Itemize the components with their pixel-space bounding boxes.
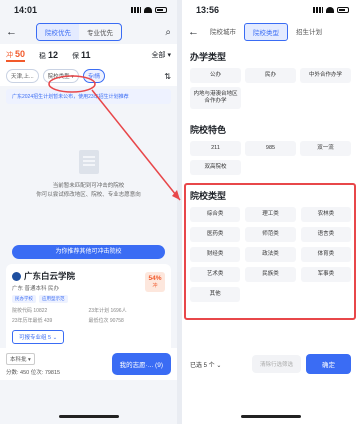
wifi-icon xyxy=(326,7,334,13)
section-title-ownership: 办学类型 xyxy=(190,52,227,62)
back-icon[interactable]: ← xyxy=(6,20,20,44)
empty-line-1: 当前暂未匹配到可冲击的院校 xyxy=(52,183,125,189)
option-chip[interactable]: 985 xyxy=(245,141,296,156)
confirm-button[interactable]: 确定 xyxy=(306,354,351,374)
tab-school-first[interactable]: 院校优先 xyxy=(37,24,79,40)
school-type-dropdown[interactable]: 院校类型 ▾ xyxy=(42,69,79,83)
stat-min-rank: 最低位次 90758 xyxy=(88,318,124,324)
option-chip[interactable]: 双高院校 xyxy=(190,160,241,175)
filter-all[interactable]: 全部 ▾ xyxy=(152,50,171,60)
clear-button[interactable]: 清除行选筛选 xyxy=(251,355,301,373)
home-indicator xyxy=(240,415,301,418)
school-badge: 应用型示范 xyxy=(39,295,68,303)
option-chip[interactable]: 内地与港澳台地区合作办学 xyxy=(190,87,241,109)
tab-school-city[interactable]: 院校城市 xyxy=(202,23,244,41)
left-screen: 14:01 ← 院校优先 专业优先 ⌕ 冲 50 稳 12 保 11 全部 ▾ 天津,… xyxy=(0,0,177,424)
option-chip[interactable]: 双一流 xyxy=(300,141,351,156)
notice-banner: 广东2024招生计划暂未公布，使用23年招生计划推荐 xyxy=(6,89,171,104)
battery-icon xyxy=(337,7,349,13)
my-volunteer-button[interactable]: 我的志愿·... (9) xyxy=(111,353,171,375)
option-chip[interactable]: 211 xyxy=(190,141,241,156)
section-title-features: 院校特色 xyxy=(190,125,227,135)
filter-wen[interactable]: 稳 12 xyxy=(39,50,58,61)
selected-count[interactable]: 已选 5 个 ⌄ xyxy=(190,360,221,369)
school-logo-icon xyxy=(12,271,21,281)
tab-enrollment-plan[interactable]: 招生计划 xyxy=(288,23,330,41)
filter-bao[interactable]: 保 11 xyxy=(72,50,91,61)
level-filter-bar: 冲 50 稳 12 保 11 全部 ▾ xyxy=(0,44,177,66)
major-group-button[interactable]: 可报专业组 5 ⌄ xyxy=(12,330,65,344)
school-badge: 民办学校 xyxy=(12,295,36,303)
stat-plan: 23年计划 1696人 xyxy=(88,308,127,314)
empty-line-2: 你可以尝试修改地区、院校、专业志愿意向 xyxy=(36,192,141,198)
tab-school-type[interactable]: 院校类型 xyxy=(244,23,288,41)
region-dropdown[interactable]: 天津,上... xyxy=(6,69,39,83)
filter-tabs: 院校城市 院校类型 招生计划 xyxy=(202,23,330,41)
school-sub: 广东 普通本科 民办 xyxy=(12,286,60,292)
priority-tabs: 院校优先 专业优先 xyxy=(36,23,122,41)
probability-badge: 54% 冲 xyxy=(145,272,165,292)
feature-options: 211 985 双一流 双高院校 xyxy=(182,141,359,175)
option-chip[interactable]: 公办 xyxy=(190,68,241,83)
stat-code: 院校代码 10822 xyxy=(12,308,48,314)
empty-state: 当前暂未匹配到可冲击的院校 你可以尝试修改地区、院校、专业志愿意向 xyxy=(0,150,177,200)
status-bar: 14:01 xyxy=(0,0,177,20)
nav-bar: ← 院校城市 院校类型 招生计划 xyxy=(182,20,359,44)
status-time: 13:56 xyxy=(196,5,220,15)
status-time: 14:01 xyxy=(14,5,38,15)
tab-major-first[interactable]: 专业优先 xyxy=(79,24,121,40)
option-chip[interactable]: 民办 xyxy=(245,68,296,83)
school-name: 广东白云学院 xyxy=(24,271,76,281)
status-bar: 13:56 xyxy=(182,0,359,20)
home-indicator xyxy=(58,415,119,418)
stat-min-score: 23年历年最低 439 xyxy=(12,318,53,324)
signal-icon xyxy=(131,7,141,13)
dropdown-row: 天津,上... 院校类型 ▾ 专l情 ⇅ xyxy=(0,66,177,86)
score-info: 分数: 450 位次: 79815 xyxy=(6,369,61,376)
signal-icon xyxy=(313,7,323,13)
battery-icon xyxy=(155,7,167,13)
filter-chong[interactable]: 冲 50 xyxy=(6,49,26,62)
batch-dropdown[interactable]: 本科批 ▾ xyxy=(6,352,35,365)
document-icon xyxy=(78,150,99,174)
search-icon[interactable]: ⌕ xyxy=(165,27,171,38)
recommend-button[interactable]: 为你推荐其他可冲击院校 xyxy=(12,245,165,259)
major-dropdown[interactable]: 专l情 xyxy=(82,69,106,83)
action-bar: 已选 5 个 ⌄ 清除行选筛选 确定 xyxy=(182,352,359,376)
school-stats: 院校代码 10822 23年计划 1696人 23年历年最低 439 最低位次 … xyxy=(12,307,165,324)
back-icon[interactable]: ← xyxy=(188,20,202,44)
highlight-box xyxy=(184,183,356,320)
option-chip[interactable]: 中外合作办学 xyxy=(300,68,351,83)
wifi-icon xyxy=(144,7,152,13)
ownership-options: 公办 民办 中外合作办学 内地与港澳台地区合作办学 xyxy=(182,68,359,109)
bottom-bar: 本科批 ▾ 分数: 450 位次: 79815 我的志愿·... (9) xyxy=(0,348,177,380)
nav-bar: ← 院校优先 专业优先 ⌕ xyxy=(0,20,177,44)
sort-icon[interactable]: ⇅ xyxy=(164,72,171,81)
